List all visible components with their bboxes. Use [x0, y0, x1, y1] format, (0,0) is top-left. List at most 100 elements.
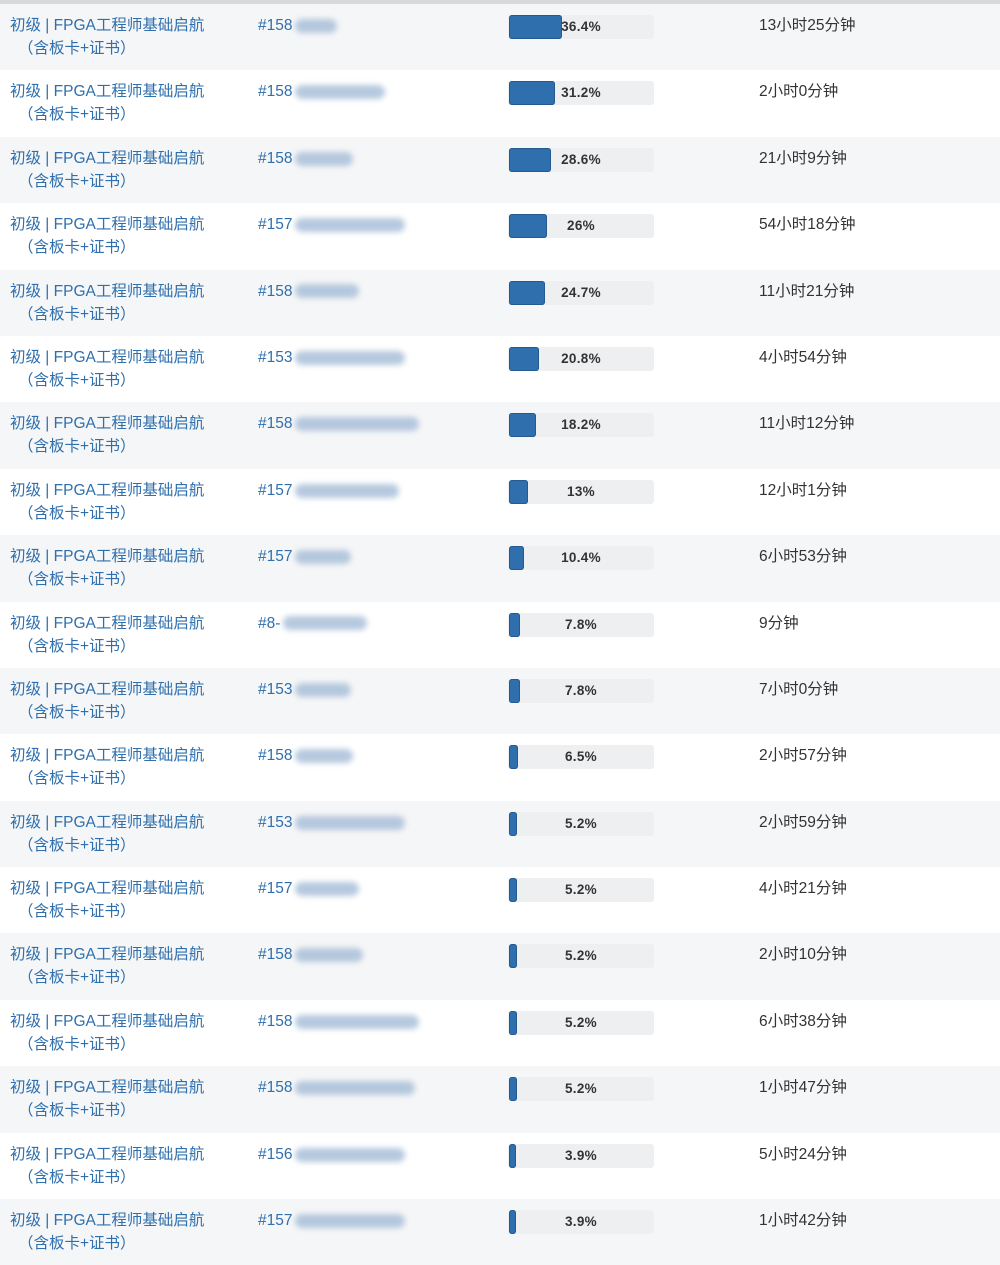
- student-id: #158: [258, 83, 293, 101]
- table-row: 初级 | FPGA工程师基础启航 （含板卡+证书） #153 5.2% 2小时5…: [0, 800, 1000, 868]
- student-id: #158: [258, 747, 293, 765]
- student-link[interactable]: #157: [258, 1209, 406, 1232]
- progress-bar: 7.8%: [508, 678, 654, 703]
- student-id: #158: [258, 415, 293, 433]
- table-row: 初级 | FPGA工程师基础启航 （含板卡+证书） #153 7.8% 7小时0…: [0, 667, 1000, 735]
- student-id: #158: [258, 17, 293, 34]
- student-id: #153: [258, 813, 293, 831]
- table-row: 初级 | FPGA工程师基础启航 （含板卡+证书） #153 20.8% 4小时…: [0, 335, 1000, 403]
- progress-bar: 5.2%: [508, 878, 654, 903]
- table-row: 初级 | FPGA工程师基础启航 （含板卡+证书） #158 5.2% 1小时4…: [0, 1066, 1000, 1133]
- progress-percent: 20.8%: [561, 350, 601, 366]
- course-link[interactable]: 初级 | FPGA工程师基础启航 （含板卡+证书）: [10, 943, 220, 989]
- course-title: 初级 | FPGA工程师基础启航: [10, 548, 205, 566]
- course-title: 初级 | FPGA工程师基础启航: [10, 17, 205, 34]
- study-duration: 1小时47分钟: [759, 1079, 847, 1097]
- student-link[interactable]: #153: [258, 678, 352, 701]
- redacted-name: [295, 18, 338, 33]
- redacted-name: [295, 749, 354, 764]
- progress-percent: 13%: [567, 483, 595, 499]
- student-id: #8-: [258, 614, 281, 632]
- student-link[interactable]: #153: [258, 346, 406, 369]
- course-subtitle: （含板卡+证书）: [18, 770, 136, 788]
- course-link[interactable]: 初级 | FPGA工程师基础启航 （含板卡+证书）: [10, 744, 220, 790]
- course-link[interactable]: 初级 | FPGA工程师基础启航 （含板卡+证书）: [10, 612, 220, 658]
- student-link[interactable]: #158: [258, 744, 354, 767]
- course-link[interactable]: 初级 | FPGA工程师基础启航 （含板卡+证书）: [10, 1209, 220, 1255]
- course-link[interactable]: 初级 | FPGA工程师基础启航 （含板卡+证书）: [10, 280, 220, 326]
- progress-bar: 31.2%: [508, 81, 654, 106]
- course-subtitle: （含板卡+证书）: [18, 637, 136, 655]
- study-duration: 1小时42分钟: [759, 1212, 847, 1230]
- progress-percent: 31.2%: [561, 85, 601, 101]
- course-link[interactable]: 初级 | FPGA工程师基础启航 （含板卡+证书）: [10, 14, 220, 60]
- course-title: 初级 | FPGA工程师基础启航: [10, 1079, 205, 1097]
- course-link[interactable]: 初级 | FPGA工程师基础启航 （含板卡+证书）: [10, 1143, 220, 1189]
- progress-bar: 18.2%: [508, 413, 654, 438]
- student-link[interactable]: #158: [258, 943, 364, 966]
- redacted-name: [295, 350, 406, 365]
- progress-percent: 10.4%: [561, 550, 601, 566]
- progress-bar: 3.9%: [508, 1210, 654, 1235]
- student-link[interactable]: #157: [258, 545, 352, 568]
- redacted-name: [295, 550, 352, 565]
- course-subtitle: （含板卡+证书）: [18, 571, 136, 589]
- student-link[interactable]: #157: [258, 479, 400, 502]
- course-link[interactable]: 初级 | FPGA工程师基础启航 （含板卡+证书）: [10, 80, 220, 126]
- study-duration: 2小时57分钟: [759, 747, 847, 765]
- student-id: #158: [258, 149, 293, 167]
- course-link[interactable]: 初级 | FPGA工程师基础启航 （含板卡+证书）: [10, 811, 220, 857]
- course-link[interactable]: 初级 | FPGA工程师基础启航 （含板卡+证书）: [10, 877, 220, 923]
- student-link[interactable]: #8-: [258, 612, 368, 635]
- study-duration: 21小时9分钟: [759, 149, 847, 167]
- student-link[interactable]: #153: [258, 811, 406, 834]
- study-duration: 12小时1分钟: [759, 481, 847, 499]
- course-link[interactable]: 初级 | FPGA工程师基础启航 （含板卡+证书）: [10, 412, 220, 458]
- student-link[interactable]: #158: [258, 1076, 416, 1099]
- student-link[interactable]: #157: [258, 877, 360, 900]
- table-row: 初级 | FPGA工程师基础启航 （含板卡+证书） #158 5.2% 6小时3…: [0, 999, 1000, 1067]
- course-title: 初级 | FPGA工程师基础启航: [10, 614, 205, 632]
- course-link[interactable]: 初级 | FPGA工程师基础启航 （含板卡+证书）: [10, 545, 220, 591]
- student-link[interactable]: #158: [258, 14, 338, 37]
- student-link[interactable]: #158: [258, 412, 420, 435]
- student-link[interactable]: #158: [258, 80, 386, 103]
- student-link[interactable]: #158: [258, 1010, 420, 1033]
- study-duration: 7小时0分钟: [759, 680, 839, 698]
- table-row: 初级 | FPGA工程师基础启航 （含板卡+证书） #158 31.2% 2小时…: [0, 70, 1000, 137]
- table-row: 初级 | FPGA工程师基础启航 （含板卡+证书） #158 18.2% 11小…: [0, 402, 1000, 469]
- course-link[interactable]: 初级 | FPGA工程师基础启航 （含板卡+证书）: [10, 346, 220, 392]
- course-link[interactable]: 初级 | FPGA工程师基础启航 （含板卡+证书）: [10, 213, 220, 259]
- course-title: 初级 | FPGA工程师基础启航: [10, 946, 205, 964]
- course-link[interactable]: 初级 | FPGA工程师基础启航 （含板卡+证书）: [10, 1010, 220, 1056]
- course-link[interactable]: 初级 | FPGA工程师基础启航 （含板卡+证书）: [10, 678, 220, 724]
- course-title: 初级 | FPGA工程师基础启航: [10, 1145, 205, 1163]
- course-subtitle: （含板卡+证书）: [18, 40, 136, 57]
- redacted-name: [295, 1081, 416, 1096]
- redacted-name: [295, 284, 360, 299]
- progress-percent: 5.2%: [565, 882, 597, 898]
- progress-bar: 36.4%: [508, 15, 654, 39]
- student-link[interactable]: #158: [258, 147, 354, 170]
- student-id: #157: [258, 216, 293, 234]
- study-duration: 9分钟: [759, 614, 799, 632]
- course-title: 初级 | FPGA工程师基础启航: [10, 880, 205, 898]
- progress-percent: 7.8%: [565, 682, 597, 698]
- student-link[interactable]: #158: [258, 280, 360, 303]
- table-row: 初级 | FPGA工程师基础启航 （含板卡+证书） #157 13% 12小时1…: [0, 468, 1000, 536]
- course-subtitle: （含板卡+证书）: [18, 305, 136, 323]
- table-row: 初级 | FPGA工程师基础启航 （含板卡+证书） #158 36.4% 13小…: [0, 4, 1000, 71]
- course-link[interactable]: 初级 | FPGA工程师基础启航 （含板卡+证书）: [10, 1076, 220, 1122]
- course-link[interactable]: 初级 | FPGA工程师基础启航 （含板卡+证书）: [10, 147, 220, 193]
- course-subtitle: （含板卡+证书）: [18, 106, 136, 124]
- redacted-name: [295, 1213, 406, 1228]
- progress-bar: 7.8%: [508, 612, 654, 637]
- study-duration: 4小时54分钟: [759, 348, 847, 366]
- student-link[interactable]: #157: [258, 213, 406, 236]
- student-id: #156: [258, 1145, 293, 1163]
- redacted-name: [295, 483, 400, 498]
- student-id: #158: [258, 1079, 293, 1097]
- course-subtitle: （含板卡+证书）: [18, 1102, 136, 1120]
- student-link[interactable]: #156: [258, 1143, 406, 1166]
- course-link[interactable]: 初级 | FPGA工程师基础启航 （含板卡+证书）: [10, 479, 220, 525]
